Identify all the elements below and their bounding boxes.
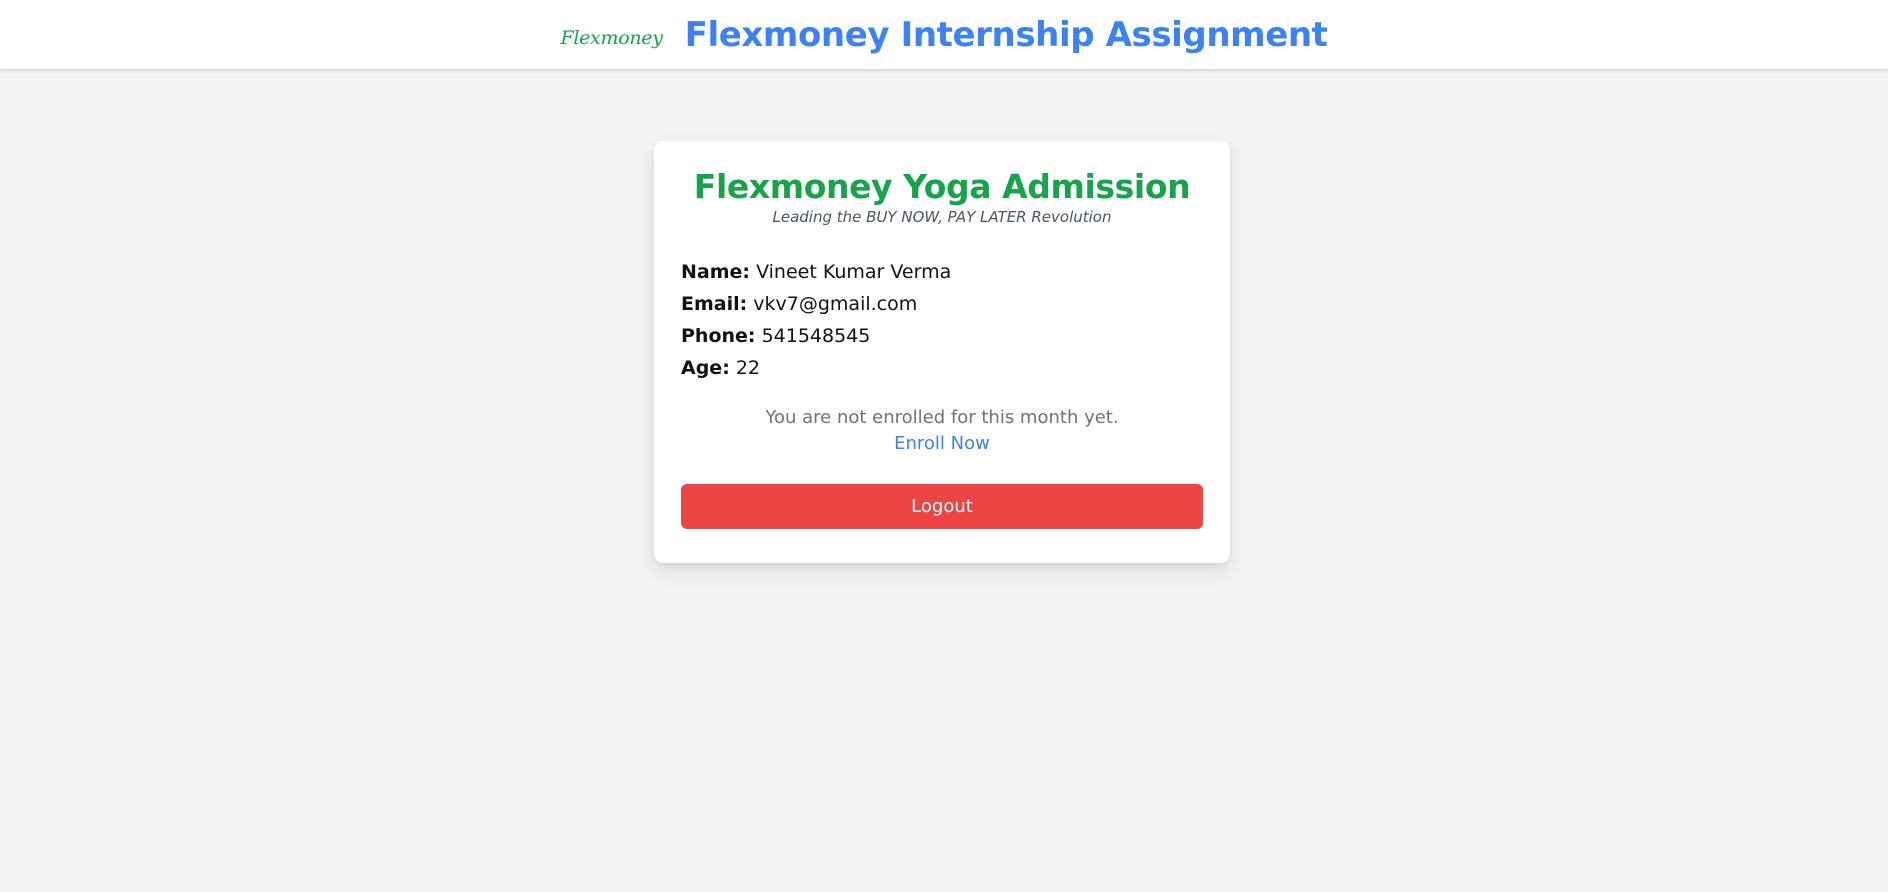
detail-label: Phone:	[681, 324, 756, 347]
detail-value: Vineet Kumar Verma	[756, 260, 952, 283]
detail-row-name: Name: Vineet Kumar Verma	[681, 256, 1203, 288]
logout-button[interactable]: Logout	[681, 483, 1203, 529]
detail-label: Name:	[681, 260, 751, 283]
detail-value: vkv7@gmail.com	[753, 292, 918, 315]
admission-card: Flexmoney Yoga Admission Leading the BUY…	[654, 141, 1230, 563]
detail-value: 22	[735, 356, 761, 379]
app-title: Flexmoney Internship Assignment	[684, 14, 1328, 55]
detail-value: 541548545	[761, 324, 871, 347]
detail-label: Age:	[681, 356, 730, 379]
user-details: Name: Vineet Kumar Verma Email: vkv7@gma…	[681, 256, 1203, 384]
enroll-now-link[interactable]: Enroll Now	[681, 433, 1203, 454]
detail-label: Email:	[681, 292, 748, 315]
card-tagline: Leading the BUY NOW, PAY LATER Revolutio…	[772, 207, 1112, 226]
detail-row-email: Email: vkv7@gmail.com	[681, 288, 1203, 320]
enrollment-status: You are not enrolled for this month yet.	[765, 406, 1119, 428]
detail-row-phone: Phone: 541548545	[681, 320, 1203, 352]
brand-logo[interactable]: Flexmoney	[560, 27, 663, 49]
card-title: Flexmoney Yoga Admission	[693, 167, 1191, 206]
top-navbar: Flexmoney Flexmoney Internship Assignmen…	[0, 0, 1888, 69]
detail-row-age: Age: 22	[681, 352, 1203, 384]
